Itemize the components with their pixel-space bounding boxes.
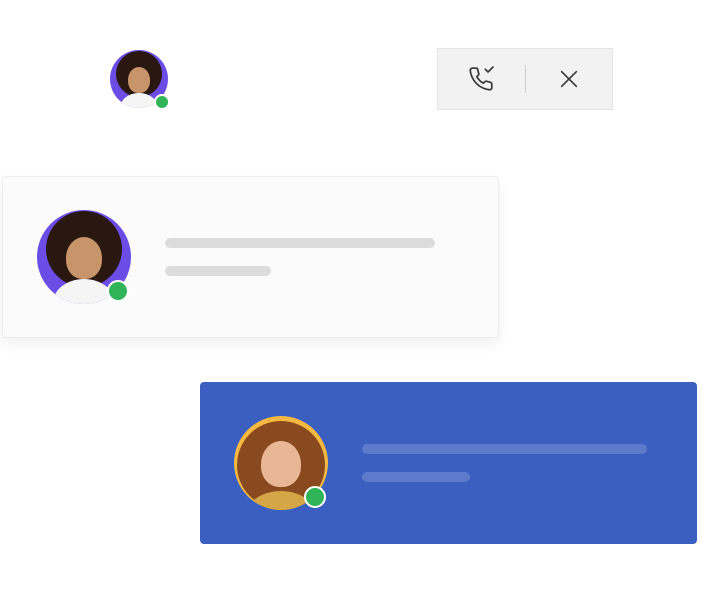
dismiss-call-button[interactable] [549, 59, 589, 99]
text-placeholder-line [165, 266, 271, 276]
text-placeholder-line [362, 472, 470, 482]
message-avatar[interactable] [37, 210, 131, 304]
phone-accept-icon [468, 66, 494, 92]
presence-online-icon [107, 280, 129, 302]
divider [525, 65, 526, 93]
incoming-call-panel [437, 48, 613, 110]
message-content [362, 444, 667, 482]
message-content [165, 238, 468, 276]
message-card-blue[interactable] [200, 382, 697, 544]
accept-call-button[interactable] [461, 59, 501, 99]
header-avatar[interactable] [110, 50, 168, 108]
presence-online-icon [154, 94, 170, 110]
text-placeholder-line [165, 238, 435, 248]
message-avatar[interactable] [234, 416, 328, 510]
presence-online-icon [304, 486, 326, 508]
text-placeholder-line [362, 444, 647, 454]
message-card-light[interactable] [2, 176, 499, 338]
close-icon [558, 68, 580, 90]
